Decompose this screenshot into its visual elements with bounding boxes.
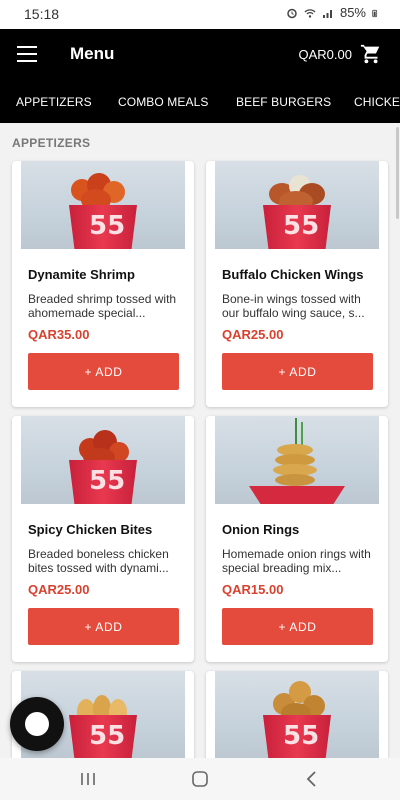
product-name: Dynamite Shrimp: [28, 267, 135, 282]
battery-icon: [372, 9, 378, 17]
product-card[interactable]: Onion Rings Homemade onion rings with sp…: [206, 416, 388, 662]
alarm-icon: [287, 8, 297, 18]
add-button[interactable]: + ADD: [28, 608, 179, 645]
cart-total[interactable]: QAR0.00: [299, 47, 352, 62]
product-price: QAR35.00: [28, 327, 90, 342]
back-icon[interactable]: [300, 768, 324, 790]
scrollbar-thumb[interactable]: [396, 127, 399, 219]
cart-icon[interactable]: [360, 43, 382, 65]
product-description: Homemade onion rings with special breadi…: [222, 547, 371, 575]
home-icon[interactable]: [188, 768, 212, 790]
tab-appetizers[interactable]: APPETIZERS: [16, 95, 92, 109]
product-image: 55: [215, 161, 379, 249]
add-button[interactable]: + ADD: [222, 353, 373, 390]
signal-icon: [322, 9, 332, 18]
recent-apps-icon[interactable]: [76, 768, 100, 790]
product-image: 55: [21, 161, 185, 249]
product-card[interactable]: 55 Spicy Chicken Bites Breaded boneless …: [12, 416, 194, 662]
wifi-icon: [304, 8, 316, 18]
add-button[interactable]: + ADD: [28, 353, 179, 390]
chat-bubble-icon[interactable]: [10, 697, 64, 751]
page-title: Menu: [70, 44, 115, 63]
category-tabs: APPETIZERS COMBO MEALS BEEF BURGERS CHIC…: [0, 79, 400, 123]
product-image: [215, 416, 379, 504]
product-name: Spicy Chicken Bites: [28, 522, 153, 537]
product-card[interactable]: 55 Buffalo Chicken Wings Bone-in wings t…: [206, 161, 388, 407]
tab-combo-meals[interactable]: COMBO MEALS: [118, 95, 208, 109]
status-time: 15:18: [24, 6, 60, 22]
product-description: Bone-in wings tossed with our buffalo wi…: [222, 292, 365, 320]
product-description: Breaded boneless chicken bites tossed wi…: [28, 547, 169, 575]
product-price: QAR25.00: [222, 327, 284, 342]
status-icons: 85%: [286, 5, 380, 20]
menu-content[interactable]: APPETIZERS 55 Dynamite Shrimp Breaded sh…: [0, 123, 400, 758]
product-price: QAR15.00: [222, 582, 284, 597]
app-bar: Menu QAR0.00: [0, 29, 400, 79]
section-title: APPETIZERS: [12, 136, 91, 150]
tab-chicken[interactable]: CHICKEN: [354, 95, 400, 109]
product-price: QAR25.00: [28, 582, 90, 597]
product-image: 55: [215, 671, 379, 758]
product-card[interactable]: 55: [206, 671, 388, 758]
product-name: Buffalo Chicken Wings: [222, 267, 364, 282]
product-image: 55: [21, 416, 185, 504]
product-description: Breaded shrimp tossed with ahomemade spe…: [28, 292, 177, 320]
tab-beef-burgers[interactable]: BEEF BURGERS: [236, 95, 331, 109]
product-name: Onion Rings: [222, 522, 300, 537]
add-button[interactable]: + ADD: [222, 608, 373, 645]
system-nav-bar: [0, 758, 400, 800]
status-bar: 15:18 85%: [0, 0, 400, 29]
product-card[interactable]: 55 Dynamite Shrimp Breaded shrimp tossed…: [12, 161, 194, 407]
battery-percent: 85%: [339, 5, 366, 20]
hamburger-icon[interactable]: [17, 46, 37, 62]
